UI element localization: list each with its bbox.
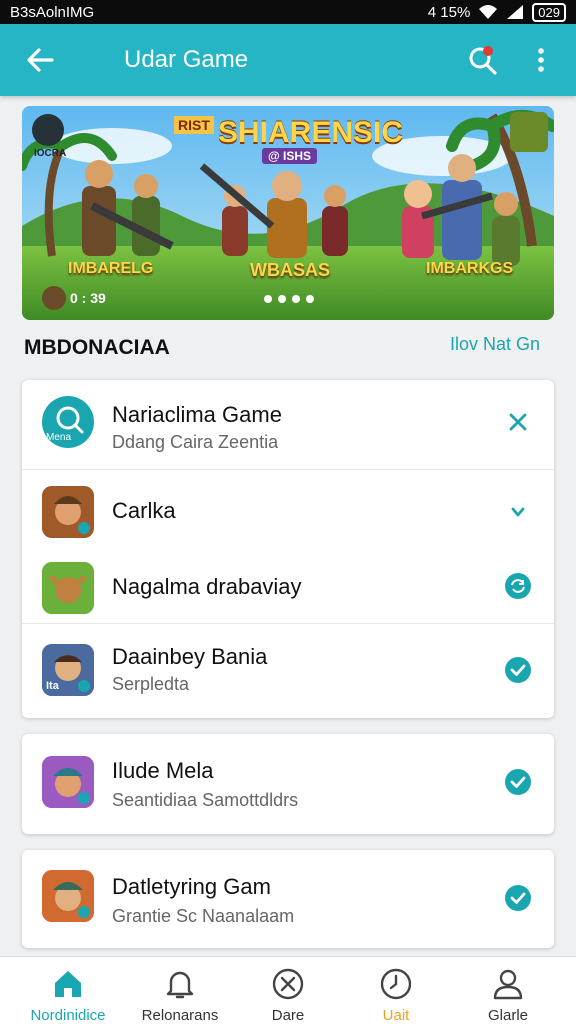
game-list-card: Datletyring Gam Grantie Sc Naanalaam xyxy=(22,850,554,948)
list-item[interactable]: Carlka xyxy=(22,470,554,550)
list-item-title: Carlka xyxy=(112,498,176,523)
signal-text: 4 15% xyxy=(427,3,471,21)
nav-item-dare[interactable]: Dare xyxy=(238,957,338,1024)
status-left-text: B3sAolnIMG xyxy=(10,3,95,21)
nav-label: Uait xyxy=(382,1007,410,1024)
check-circle-icon[interactable] xyxy=(504,768,532,796)
nav-label: Dare xyxy=(271,1007,305,1024)
banner-label: WBASAS xyxy=(250,260,330,280)
back-arrow-icon[interactable] xyxy=(22,42,58,78)
game-warrior-icon xyxy=(42,486,94,538)
banner-subtitle: @ ISHS xyxy=(262,148,318,164)
list-item-title: Datletyring Gam xyxy=(112,874,271,899)
list-item[interactable]: Ilude Mela Seantidiaa Samottdldrs xyxy=(22,734,554,834)
page-title: Udar Game xyxy=(124,46,249,73)
search-icon: Mena xyxy=(42,396,94,448)
app-bar: Udar Game xyxy=(0,24,576,96)
notification-dot xyxy=(483,46,493,56)
nav-label: Glarle xyxy=(487,1007,528,1024)
banner-label: IMBARKGS xyxy=(426,260,514,277)
nav-item-home[interactable]: Nordinidice xyxy=(18,957,118,1024)
status-icons: 4 15% 029 xyxy=(427,2,566,22)
bottom-navigation: Nordinidice Relonarans Dare Uait Glarle xyxy=(0,956,576,1024)
section-link[interactable]: Ilov Nat Gn xyxy=(450,334,540,355)
list-item-title: Daainbey Bania xyxy=(112,644,268,669)
banner-title: SHIARENSIC xyxy=(218,116,404,149)
game-goblin-icon xyxy=(42,562,94,614)
battery-icon: 029 xyxy=(532,2,566,22)
icon-caption: Mena xyxy=(46,432,72,443)
game-hero-icon: Ita xyxy=(42,644,94,696)
game-soldier-icon xyxy=(42,870,94,922)
chevron-down-icon[interactable] xyxy=(504,498,532,526)
check-circle-icon[interactable] xyxy=(504,884,532,912)
banner-corner-badge: RIST xyxy=(174,116,214,134)
list-item[interactable]: Mena Nariaclima Game Ddang Caira Zeentia xyxy=(22,380,554,470)
list-item-subtitle: Seantidiaa Samottdldrs xyxy=(112,790,299,810)
close-circle-icon xyxy=(272,968,304,1000)
sync-icon[interactable] xyxy=(504,572,532,600)
icon-caption: Ita xyxy=(46,680,59,692)
nav-item-notifications[interactable]: Relonarans xyxy=(130,957,230,1024)
game-list-card: Mena Nariaclima Game Ddang Caira Zeentia… xyxy=(22,380,554,718)
list-item-title: Ilude Mela xyxy=(112,758,214,783)
nav-label: Nordinidice xyxy=(30,1007,106,1024)
list-item[interactable]: Datletyring Gam Grantie Sc Naanalaam xyxy=(22,850,554,948)
game-soldier-icon xyxy=(42,756,94,808)
more-vert-icon[interactable] xyxy=(528,42,554,78)
wifi-icon xyxy=(479,5,498,19)
clock-icon xyxy=(380,968,412,1000)
list-item[interactable]: Ita Daainbey Bania Serpledta xyxy=(22,624,554,718)
list-item-subtitle: Ddang Caira Zeentia xyxy=(112,432,279,452)
featured-banner[interactable]: RIST SHIARENSIC @ ISHS IOCRA IMBARELG WB… xyxy=(22,106,554,320)
list-item-subtitle: Serpledta xyxy=(112,674,190,694)
close-icon[interactable] xyxy=(504,408,532,436)
user-icon xyxy=(493,969,523,1000)
home-icon xyxy=(55,971,81,997)
signal-icon xyxy=(507,5,524,19)
nav-item-wait[interactable]: Uait xyxy=(346,957,446,1024)
list-item-title: Nariaclima Game xyxy=(112,402,282,427)
list-item-title: Nagalma drabaviay xyxy=(112,574,302,599)
banner-label: IMBARELG xyxy=(68,260,154,277)
banner-left-caption: IOCRA xyxy=(34,148,67,159)
nav-item-profile[interactable]: Glarle xyxy=(458,957,558,1024)
list-item-subtitle: Grantie Sc Naanalaam xyxy=(112,906,295,926)
status-bar: B3sAolnIMG 4 15% 029 xyxy=(0,0,576,24)
list-item[interactable]: Nagalma drabaviay xyxy=(22,550,554,624)
nav-label: Relonarans xyxy=(141,1007,219,1024)
search-icon[interactable] xyxy=(464,42,500,78)
check-circle-icon[interactable] xyxy=(504,656,532,684)
banner-timer: 0 : 39 xyxy=(70,290,106,306)
section-title: MBDONACIAA xyxy=(24,336,170,359)
bell-icon xyxy=(166,971,194,999)
game-list-card: Ilude Mela Seantidiaa Samottdldrs xyxy=(22,734,554,834)
